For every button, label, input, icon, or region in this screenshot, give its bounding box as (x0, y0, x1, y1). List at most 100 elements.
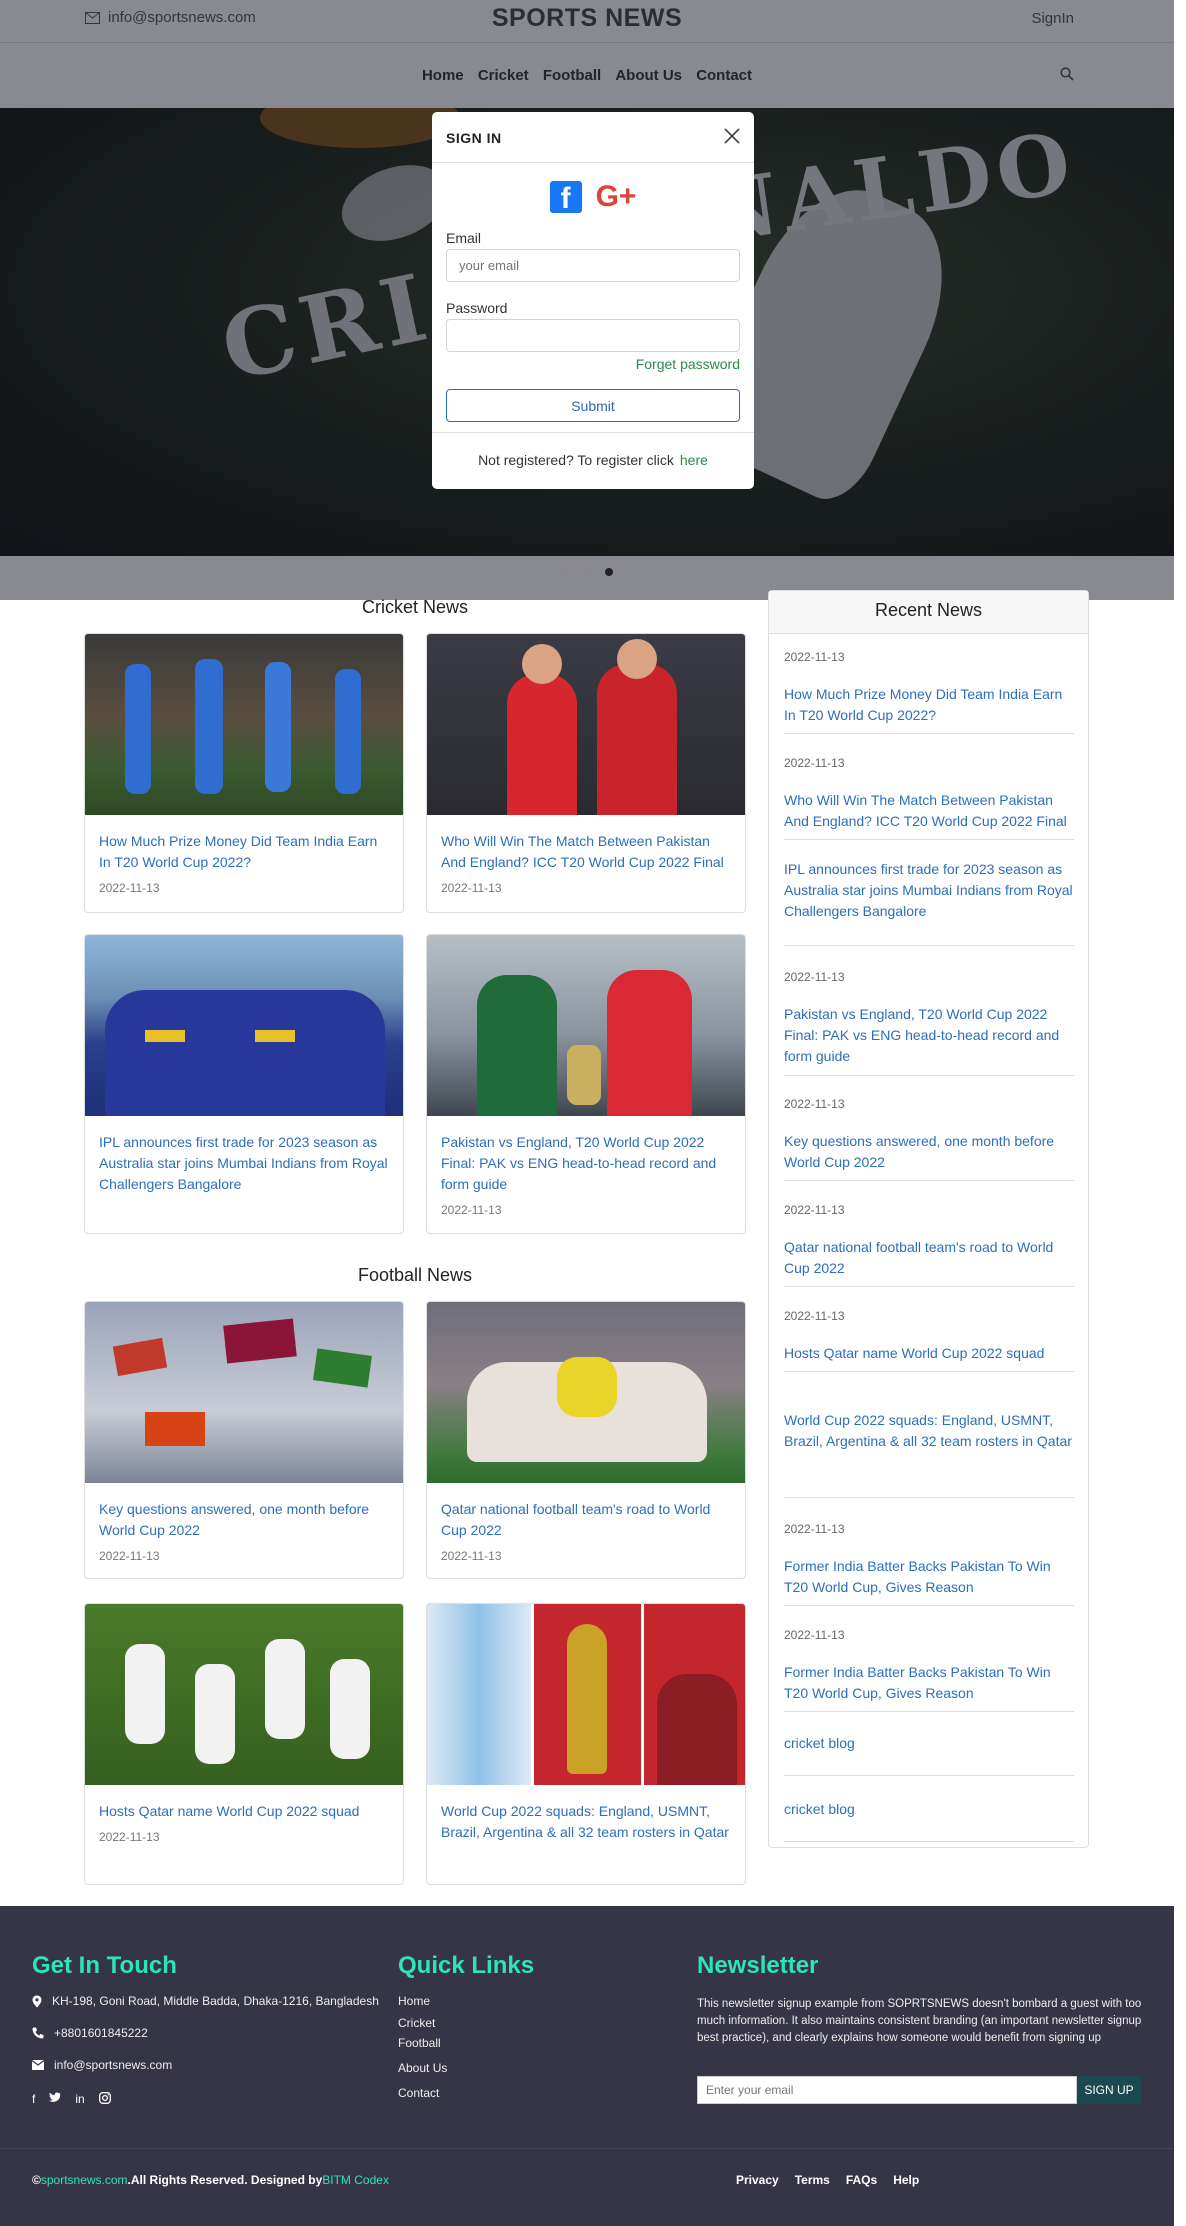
recent-item-title[interactable]: Key questions answered, one month before… (784, 1131, 1074, 1173)
news-card[interactable]: How Much Prize Money Did Team India Earn… (84, 633, 404, 913)
password-field[interactable] (446, 319, 740, 352)
recent-item[interactable]: 2022-11-13 Who Will Win The Match Betwee… (784, 756, 1074, 840)
recent-item[interactable]: cricket blog (784, 1799, 1074, 1842)
carousel-indicator-2[interactable] (583, 568, 591, 576)
contact-title: Get In Touch (32, 1952, 177, 1979)
privacy-link[interactable]: Privacy (736, 2173, 779, 2187)
card-title[interactable]: How Much Prize Money Did Team India Earn… (99, 831, 389, 873)
recent-item-title[interactable]: How Much Prize Money Did Team India Earn… (784, 684, 1074, 726)
recent-item-title[interactable]: Former India Batter Backs Pakistan To Wi… (784, 1556, 1074, 1598)
football-section-title: Football News (357, 1265, 473, 1285)
card-image (427, 935, 745, 1116)
register-link[interactable]: here (680, 452, 708, 468)
card-title[interactable]: IPL announces first trade for 2023 seaso… (99, 1132, 389, 1195)
recent-news-title: Recent News (769, 591, 1088, 634)
copyright-site-link[interactable]: sportsnews.com (41, 2173, 128, 2187)
footer-bottom-links: Privacy Terms FAQs Help (736, 2173, 919, 2187)
google-plus-icon[interactable]: G+ (596, 180, 637, 214)
card-image (85, 935, 403, 1116)
card-date: 2022-11-13 (99, 1549, 160, 1563)
card-title[interactable]: Pakistan vs England, T20 World Cup 2022 … (441, 1132, 731, 1195)
news-card[interactable]: Who Will Win The Match Between Pakistan … (426, 633, 746, 913)
footer-link-contact[interactable]: Contact (398, 2086, 439, 2100)
footer-address: KH-198, Goni Road, Middle Badda, Dhaka-1… (32, 1994, 379, 2008)
terms-link[interactable]: Terms (795, 2173, 830, 2187)
card-date: 2022-11-13 (441, 881, 502, 895)
card-date: 2022-11-13 (441, 1549, 502, 1563)
card-title[interactable]: Hosts Qatar name World Cup 2022 squad (99, 1801, 389, 1822)
card-image (427, 1604, 745, 1785)
recent-item-title[interactable]: cricket blog (784, 1733, 1074, 1754)
carousel-indicator-3[interactable] (605, 568, 613, 576)
instagram-icon[interactable] (98, 2092, 111, 2104)
recent-item-date: 2022-11-13 (784, 1097, 845, 1111)
modal-title: SIGN IN (446, 130, 502, 146)
password-label: Password (446, 300, 508, 316)
recent-item-title[interactable]: Former India Batter Backs Pakistan To Wi… (784, 1662, 1074, 1704)
footer-link-cricket[interactable]: Cricket (398, 2016, 435, 2030)
card-image (85, 634, 403, 815)
recent-item[interactable]: 2022-11-13 Former India Batter Backs Pak… (784, 1522, 1074, 1606)
recent-item-date: 2022-11-13 (784, 756, 845, 770)
recent-item[interactable]: 2022-11-13 Pakistan vs England, T20 Worl… (784, 970, 1074, 1076)
submit-button[interactable]: Submit (446, 389, 740, 422)
recent-item-date: 2022-11-13 (784, 1522, 845, 1536)
recent-item[interactable]: 2022-11-13 Hosts Qatar name World Cup 20… (784, 1309, 1074, 1372)
recent-item-title[interactable]: World Cup 2022 squads: England, USMNT, B… (784, 1410, 1074, 1452)
signin-modal: SIGN IN f G+ Email Password Forget passw… (432, 112, 754, 489)
linkedin-icon[interactable]: in (75, 2092, 84, 2106)
recent-item-title[interactable]: cricket blog (784, 1799, 1074, 1820)
cricket-section-title: Cricket News (361, 597, 468, 617)
designer-link[interactable]: BITM Codex (322, 2173, 389, 2187)
close-icon[interactable] (722, 126, 742, 146)
facebook-icon[interactable]: f (32, 2092, 35, 2106)
address-text: KH-198, Goni Road, Middle Badda, Dhaka-1… (52, 1994, 379, 2008)
footer-link-home[interactable]: Home (398, 1994, 430, 2008)
help-link[interactable]: Help (893, 2173, 919, 2187)
twitter-icon[interactable] (49, 2092, 61, 2103)
recent-item-title[interactable]: Qatar national football team's road to W… (784, 1237, 1074, 1279)
news-card[interactable]: Key questions answered, one month before… (84, 1301, 404, 1579)
recent-item-date: 2022-11-13 (784, 970, 845, 984)
envelope-icon (32, 2060, 44, 2070)
news-card[interactable]: Qatar national football team's road to W… (426, 1301, 746, 1579)
carousel-indicator-1[interactable] (561, 568, 569, 576)
signup-button[interactable]: SIGN UP (1077, 2076, 1141, 2104)
footer-email[interactable]: info@sportsnews.com (32, 2058, 172, 2072)
recent-item-title[interactable]: Hosts Qatar name World Cup 2022 squad (784, 1343, 1074, 1364)
location-icon (32, 1995, 42, 2007)
recent-item[interactable]: 2022-11-13 Qatar national football team'… (784, 1203, 1074, 1287)
news-card[interactable]: IPL announces first trade for 2023 seaso… (84, 934, 404, 1234)
footer-link-football[interactable]: Football (398, 2036, 441, 2050)
recent-item-title[interactable]: Who Will Win The Match Between Pakistan … (784, 790, 1074, 832)
recent-item[interactable]: 2022-11-13 How Much Prize Money Did Team… (784, 650, 1074, 734)
recent-item-title[interactable]: IPL announces first trade for 2023 seaso… (784, 859, 1074, 922)
news-card[interactable]: Hosts Qatar name World Cup 2022 squad 20… (84, 1603, 404, 1885)
footer-link-about[interactable]: About Us (398, 2061, 447, 2075)
modal-header: SIGN IN (432, 112, 754, 163)
forget-password-link[interactable]: Forget password (636, 356, 740, 372)
card-title[interactable]: Qatar national football team's road to W… (441, 1499, 731, 1541)
card-title[interactable]: Who Will Win The Match Between Pakistan … (441, 831, 731, 873)
social-links: f in (32, 2092, 111, 2106)
news-card[interactable]: Pakistan vs England, T20 World Cup 2022 … (426, 934, 746, 1234)
recent-item[interactable]: IPL announces first trade for 2023 seaso… (784, 859, 1074, 946)
recent-item[interactable]: cricket blog (784, 1733, 1074, 1776)
news-card[interactable]: World Cup 2022 squads: England, USMNT, B… (426, 1603, 746, 1885)
faqs-link[interactable]: FAQs (846, 2173, 877, 2187)
recent-item-title[interactable]: Pakistan vs England, T20 World Cup 2022 … (784, 1004, 1074, 1067)
recent-item[interactable]: 2022-11-13 Former India Batter Backs Pak… (784, 1628, 1074, 1712)
card-image (427, 1302, 745, 1483)
footer-phone[interactable]: +8801601845222 (32, 2026, 148, 2040)
newsletter-title: Newsletter (697, 1952, 819, 1979)
email-field[interactable] (446, 249, 740, 282)
carousel-indicators (0, 568, 1174, 576)
card-title[interactable]: Key questions answered, one month before… (99, 1499, 389, 1541)
newsletter-email-input[interactable] (697, 2076, 1077, 2104)
facebook-icon[interactable]: f (549, 181, 582, 213)
recent-item[interactable]: World Cup 2022 squads: England, USMNT, B… (784, 1410, 1074, 1498)
site-footer: Get In Touch KH-198, Goni Road, Middle B… (0, 1906, 1174, 2226)
card-title[interactable]: World Cup 2022 squads: England, USMNT, B… (441, 1801, 731, 1843)
recent-item[interactable]: 2022-11-13 Key questions answered, one m… (784, 1097, 1074, 1181)
phone-text: +8801601845222 (54, 2026, 148, 2040)
